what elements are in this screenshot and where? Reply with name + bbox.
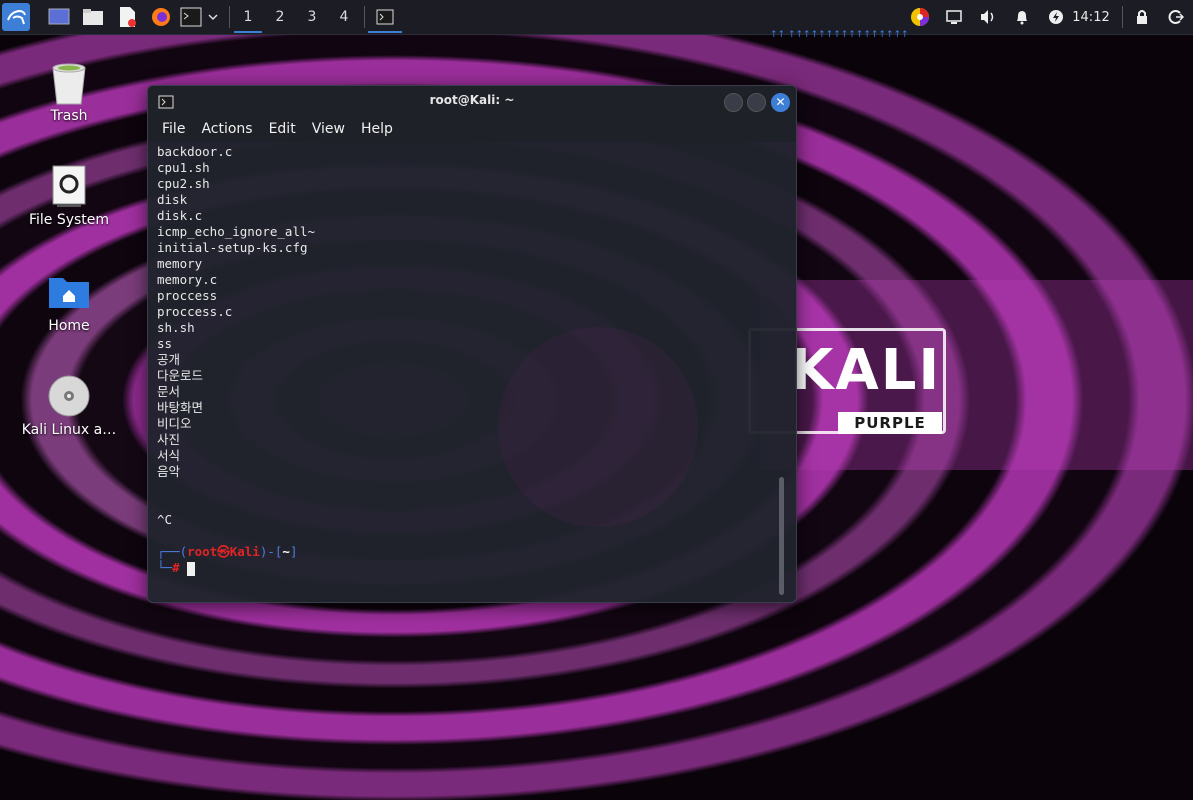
terminal-line: disk [157,192,188,207]
prompt-symbol: # [172,560,180,575]
prompt-line-1: ┌──(root㉿Kali)-[~] [157,544,297,560]
show-desktop-icon[interactable] [45,3,73,31]
terminal-output[interactable]: backdoor.c cpu1.sh cpu2.sh disk disk.c icmp_e… [148,142,784,602]
terminal-line: sh.sh [157,320,195,335]
workspace-label: 4 [339,9,349,25]
terminal-line: proccess [157,288,218,303]
firefox-icon[interactable] [147,3,175,31]
terminal-line: proccess.c [157,304,233,319]
workspace-label: 1 [243,9,253,25]
kali-purple-badge: PURPLE [838,412,942,434]
taskbar: 1 2 3 4 14:12 [0,0,1193,35]
maximize-button[interactable] [747,93,766,112]
kali-menu-icon[interactable] [2,3,30,31]
desktop-icon-label: Home [48,318,90,334]
terminal-titlebar[interactable]: root@Kali: ~ ✕ [148,86,796,116]
workspace-label: 2 [275,9,285,25]
terminal-window[interactable]: root@Kali: ~ ✕ File Actions Edit View He… [147,85,797,603]
terminal-line: ^C [157,512,173,527]
terminal-line: 바탕화면 [157,400,204,415]
prompt-bracket: ] [289,544,298,559]
terminal-line: 사진 [157,432,181,447]
clock[interactable]: 14:12 [1070,3,1112,31]
terminal-line: disk.c [157,208,203,223]
screen-icon[interactable] [940,3,968,31]
prompt-bracket: └─ [157,560,173,575]
terminal-window-icon [376,9,394,25]
terminal-line: memory.c [157,272,218,287]
color-picker-icon[interactable] [906,3,934,31]
logout-icon[interactable] [1162,3,1190,31]
desktop-icon-trash[interactable]: Trash [14,60,124,124]
text-cursor [187,561,196,576]
terminal-line: 다운로드 [157,368,204,383]
terminal-scrollbar[interactable] [779,477,784,595]
menu-file[interactable]: File [162,121,185,137]
wallpaper-strip-text: ↑↑ ↑↑↑↑↑↑↑↑↑↑↑↑↑↑↑↑ [770,30,909,40]
terminal-line: 공개 [157,352,181,367]
kali-logo-text: KALI [790,338,942,403]
file-manager-icon[interactable] [79,3,107,31]
menu-help[interactable]: Help [361,121,393,137]
minimize-button[interactable] [724,93,743,112]
terminal-line: ss [157,336,173,351]
terminal-title: root@Kali: ~ [429,93,515,107]
dragon-watermark [498,327,698,527]
workspace-label: 3 [307,9,317,25]
clock-label: 14:12 [1072,9,1110,25]
home-folder-icon [47,270,91,314]
workspace-2[interactable]: 2 [266,3,294,31]
terminal-line: cpu2.sh [157,176,210,191]
volume-icon[interactable] [974,3,1002,31]
desktop-icon-label: File System [28,212,110,228]
workspace-4[interactable]: 4 [330,3,358,31]
power-icon[interactable] [1042,3,1070,31]
terminal-line: icmp_echo_ignore_all~ [157,224,316,239]
prompt-line-2[interactable]: └─# [157,560,196,576]
workspace-1[interactable]: 1 [234,3,262,33]
notifications-icon[interactable] [1008,3,1036,31]
prompt-path: ~ [282,544,290,559]
terminal-menubar: File Actions Edit View Help [148,116,796,142]
trash-icon [47,60,91,105]
desktop-icon-label: Trash [50,108,88,124]
terminal-line: cpu1.sh [157,160,210,175]
terminal-line: 비디오 [157,416,192,431]
terminal-window-button[interactable] [368,3,402,33]
taskbar-separator [1122,6,1123,28]
text-editor-icon[interactable] [113,3,141,31]
menu-view[interactable]: View [312,121,345,137]
workspace-3[interactable]: 3 [298,3,326,31]
prompt-bracket: )-[ [259,544,283,559]
desktop-icon-disc[interactable]: Kali Linux a… [14,374,124,438]
close-button[interactable]: ✕ [771,93,790,112]
menu-edit[interactable]: Edit [269,121,296,137]
lock-icon[interactable] [1128,3,1156,31]
terminal-line: initial-setup-ks.cfg [157,240,308,255]
desktop-icon-home[interactable]: Home [14,270,124,334]
desktop-icon-filesystem[interactable]: File System [14,164,124,228]
disc-icon [47,374,91,418]
terminal-icon[interactable] [177,3,205,31]
terminal-line: backdoor.c [157,144,233,159]
close-icon: ✕ [775,95,786,109]
terminal-line: 서식 [157,448,181,463]
menu-actions[interactable]: Actions [201,121,252,137]
taskbar-separator [364,6,365,28]
terminal-line: 문서 [157,384,181,399]
prompt-user-host: root㉿Kali [187,544,260,559]
prompt-bracket: ┌──( [157,544,188,559]
drive-icon [47,164,91,208]
desktop-icon-label: Kali Linux a… [21,422,117,438]
taskbar-separator [229,6,230,28]
dropdown-chevron-icon[interactable] [205,3,221,31]
terminal-line: 음악 [157,464,181,479]
terminal-line: memory [157,256,203,271]
